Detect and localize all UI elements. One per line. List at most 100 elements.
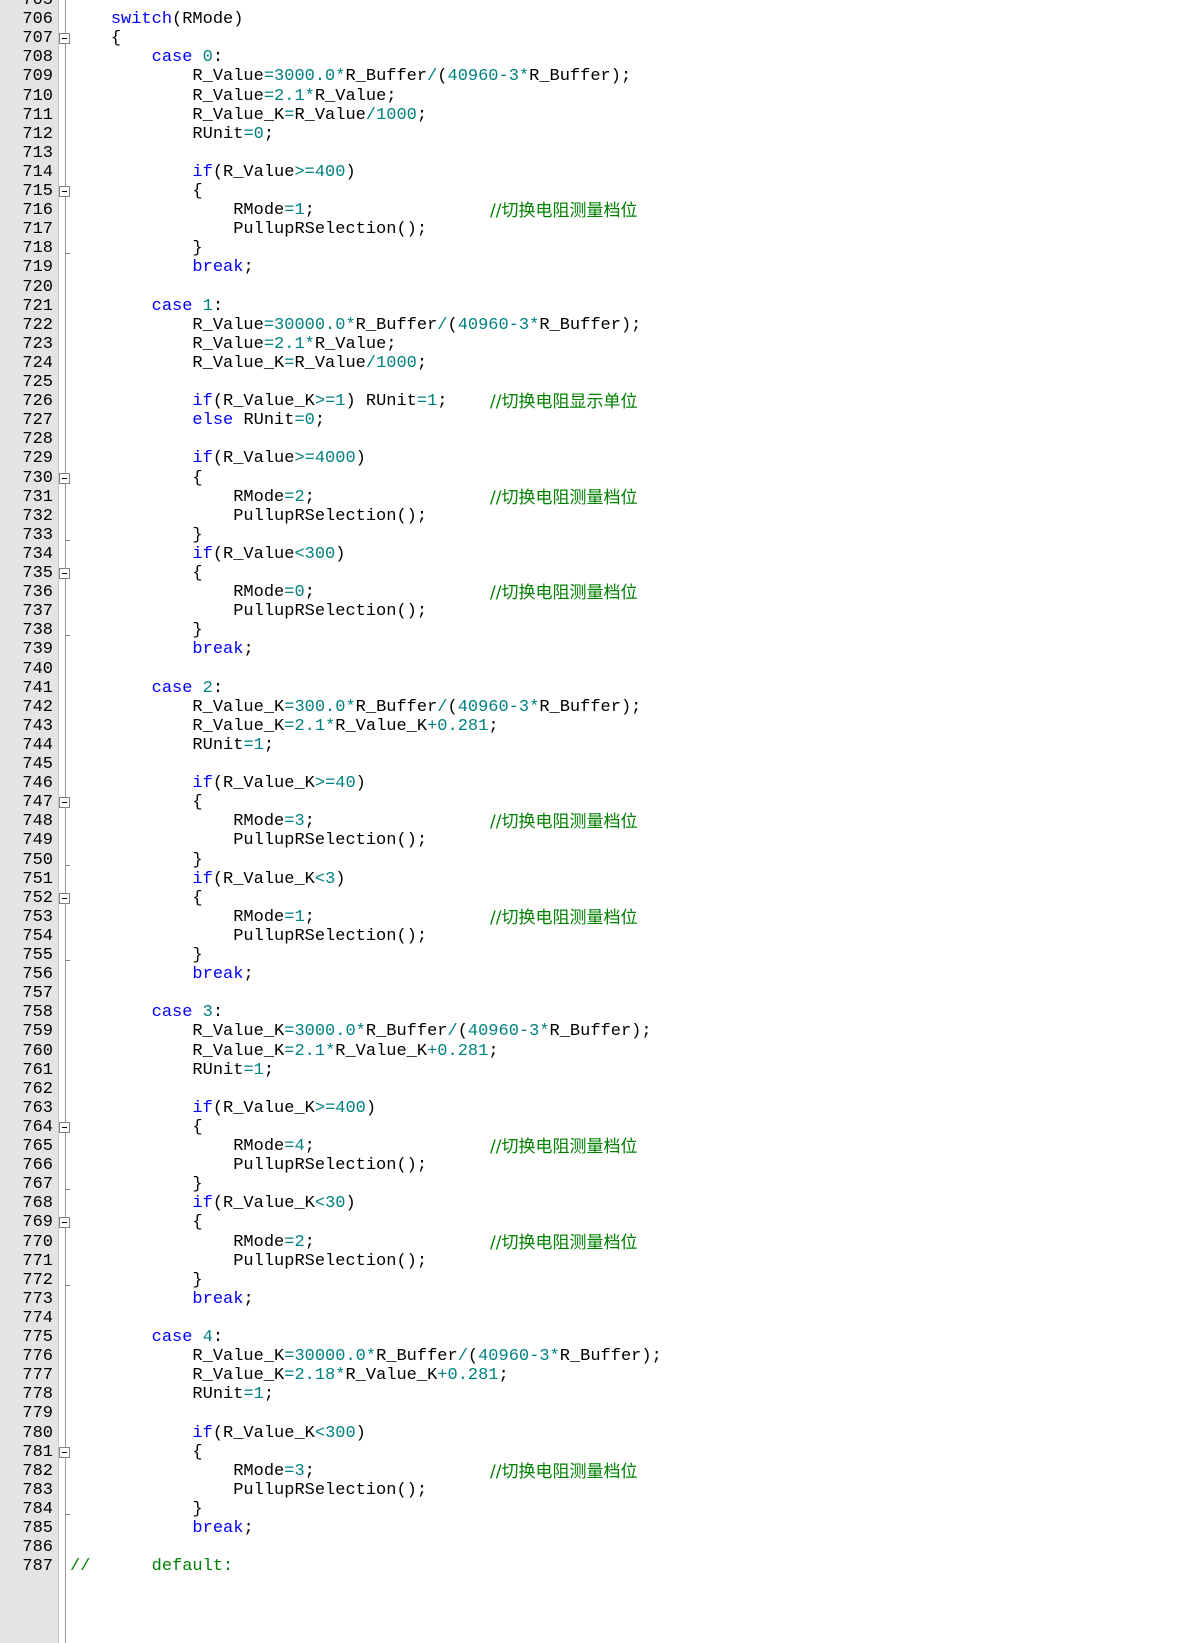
code-line[interactable]: 787 // default: <box>0 1557 1182 1577</box>
fold-collapse-icon[interactable] <box>59 797 70 809</box>
fold-collapse-icon[interactable] <box>59 33 70 45</box>
code-line[interactable]: 731 RMode=2;//切换电阻测量档位 <box>0 488 1182 508</box>
code-line[interactable]: 739 break; <box>0 640 1182 660</box>
code-line[interactable]: 772 } <box>0 1271 1182 1291</box>
code-line[interactable]: 729 if(R_Value>=4000) <box>0 449 1182 469</box>
fold-collapse-icon[interactable] <box>59 1121 70 1133</box>
code-line[interactable]: 765 RMode=4;//切换电阻测量档位 <box>0 1137 1182 1157</box>
code-line[interactable]: 736 RMode=0;//切换电阻测量档位 <box>0 583 1182 603</box>
code-line[interactable]: 725 <box>0 373 1182 393</box>
code-line[interactable]: 741 case 2: <box>0 679 1182 699</box>
code-line[interactable]: 728 <box>0 430 1182 450</box>
code-comment: //切换电阻测量档位 <box>490 1137 638 1157</box>
fold-collapse-icon[interactable] <box>59 1217 70 1229</box>
code-line[interactable]: 775 case 4: <box>0 1328 1182 1348</box>
code-line[interactable]: 776 R_Value_K=30000.0*R_Buffer/(40960-3*… <box>0 1347 1182 1367</box>
code-line[interactable]: 712 RUnit=0; <box>0 125 1182 145</box>
code-line[interactable]: 713 <box>0 144 1182 164</box>
fold-collapse-icon[interactable] <box>59 568 70 579</box>
code-line[interactable]: 737 PullupRSelection(); <box>0 602 1182 622</box>
code-line[interactable]: 730 { <box>0 469 1182 489</box>
code-line[interactable]: 761 RUnit=1; <box>0 1061 1182 1081</box>
code-line[interactable]: 752 { <box>0 889 1182 909</box>
code-text: RMode=1;//切换电阻测量档位 <box>233 907 638 928</box>
code-line[interactable]: 760 R_Value_K=2.1*R_Value_K+0.281; <box>0 1042 1182 1062</box>
code-line[interactable]: 784 } <box>0 1500 1182 1520</box>
code-line[interactable]: 779 <box>0 1404 1182 1424</box>
code-line[interactable]: 742 R_Value_K=300.0*R_Buffer/(40960-3*R_… <box>0 698 1182 718</box>
code-line[interactable]: 767 } <box>0 1175 1182 1195</box>
code-line[interactable]: 746 if(R_Value_K>=40) <box>0 774 1182 794</box>
code-line[interactable]: 780 if(R_Value_K<300) <box>0 1424 1182 1444</box>
code-line[interactable]: 715 { <box>0 182 1182 202</box>
code-line[interactable]: 757 <box>0 984 1182 1004</box>
fold-collapse-icon[interactable] <box>59 472 70 484</box>
code-line[interactable]: 785 break; <box>0 1519 1182 1539</box>
code-line[interactable]: 716 RMode=1;//切换电阻测量档位 <box>0 201 1182 221</box>
code-line[interactable]: 758 case 3: <box>0 1003 1182 1023</box>
code-line[interactable]: 781 { <box>0 1443 1182 1463</box>
code-line[interactable]: 763 if(R_Value_K>=400) <box>0 1099 1182 1119</box>
code-line[interactable]: 766 PullupRSelection(); <box>0 1156 1182 1176</box>
code-line[interactable]: 719 break; <box>0 258 1182 278</box>
code-line[interactable]: 783 PullupRSelection(); <box>0 1481 1182 1501</box>
code-line[interactable]: 768 if(R_Value_K<30) <box>0 1194 1182 1214</box>
code-line[interactable]: 753 RMode=1;//切换电阻测量档位 <box>0 908 1182 928</box>
code-line[interactable]: 778 RUnit=1; <box>0 1385 1182 1405</box>
code-line[interactable]: 721 case 1: <box>0 297 1182 317</box>
code-line[interactable]: 756 break; <box>0 965 1182 985</box>
code-line[interactable]: 777 R_Value_K=2.18*R_Value_K+0.281; <box>0 1366 1182 1386</box>
code-line[interactable]: 774 <box>0 1309 1182 1329</box>
fold-end-icon <box>59 1179 70 1191</box>
code-line[interactable]: 743 R_Value_K=2.1*R_Value_K+0.281; <box>0 717 1182 737</box>
code-line[interactable]: 717 PullupRSelection(); <box>0 220 1182 240</box>
code-line[interactable]: 723 R_Value=2.1*R_Value; <box>0 335 1182 355</box>
code-line[interactable]: 708 case 0: <box>0 48 1182 68</box>
code-line[interactable]: 714 if(R_Value>=400) <box>0 163 1182 183</box>
code-line[interactable]: 720 <box>0 278 1182 298</box>
fold-collapse-icon[interactable] <box>59 892 70 904</box>
fold-collapse-icon[interactable] <box>59 186 70 197</box>
code-line[interactable]: 709 R_Value=3000.0*R_Buffer/(40960-3*R_B… <box>0 67 1182 87</box>
code-line[interactable]: 732 PullupRSelection(); <box>0 507 1182 527</box>
code-line[interactable]: 722 R_Value=30000.0*R_Buffer/(40960-3*R_… <box>0 316 1182 336</box>
code-line[interactable]: 748 RMode=3;//切换电阻测量档位 <box>0 812 1182 832</box>
code-line[interactable]: 771 PullupRSelection(); <box>0 1252 1182 1272</box>
code-line[interactable]: 762 <box>0 1080 1182 1100</box>
code-line[interactable]: 764 { <box>0 1118 1182 1138</box>
fold-collapse-icon[interactable] <box>59 1446 70 1458</box>
code-line[interactable]: 786 <box>0 1538 1182 1558</box>
code-line[interactable]: 724 R_Value_K=R_Value/1000; <box>0 354 1182 374</box>
code-line[interactable]: 711 R_Value_K=R_Value/1000; <box>0 106 1182 126</box>
code-line[interactable]: 747 { <box>0 793 1182 813</box>
line-number: 712 <box>22 124 53 144</box>
code-line[interactable]: 727 else RUnit=0; <box>0 411 1182 431</box>
code-comment: //切换电阻显示单位 <box>490 392 638 413</box>
code-line[interactable]: 745 <box>0 755 1182 775</box>
code-line[interactable]: 718 } <box>0 239 1182 259</box>
code-line[interactable]: 734 if(R_Value<300) <box>0 545 1182 565</box>
code-editor[interactable]: 705 706 switch(RMode) 707 {708 case 0: 709 … <box>0 0 1182 1643</box>
line-number: 743 <box>22 716 53 736</box>
code-line[interactable]: 740 <box>0 660 1182 680</box>
code-line[interactable]: 769 { <box>0 1213 1182 1233</box>
code-line[interactable]: 710 R_Value=2.1*R_Value; <box>0 87 1182 107</box>
code-line[interactable]: 707 { <box>0 29 1182 49</box>
code-line[interactable]: 755 } <box>0 946 1182 966</box>
code-line[interactable]: 733 } <box>0 526 1182 546</box>
code-line[interactable]: 726 if(R_Value_K>=1) RUnit=1;//切换电阻显示单位 <box>0 392 1182 412</box>
code-line[interactable]: 749 PullupRSelection(); <box>0 831 1182 851</box>
code-line[interactable]: 759 R_Value_K=3000.0*R_Buffer/(40960-3*R… <box>0 1022 1182 1042</box>
code-line[interactable]: 750 } <box>0 851 1182 871</box>
code-line[interactable]: 751 if(R_Value_K<3) <box>0 870 1182 890</box>
code-line[interactable]: 754 PullupRSelection(); <box>0 927 1182 947</box>
code-comment: //切换电阻测量档位 <box>490 1461 638 1482</box>
code-line[interactable]: 773 break; <box>0 1290 1182 1310</box>
code-line[interactable]: 706 switch(RMode) <box>0 10 1182 30</box>
code-line[interactable]: 738 } <box>0 621 1182 641</box>
line-number: 740 <box>22 659 53 679</box>
code-line[interactable]: 770 RMode=2;//切换电阻测量档位 <box>0 1233 1182 1253</box>
code-line[interactable]: 744 RUnit=1; <box>0 736 1182 756</box>
code-line[interactable]: 782 RMode=3;//切换电阻测量档位 <box>0 1462 1182 1482</box>
code-line[interactable]: 735 { <box>0 564 1182 584</box>
